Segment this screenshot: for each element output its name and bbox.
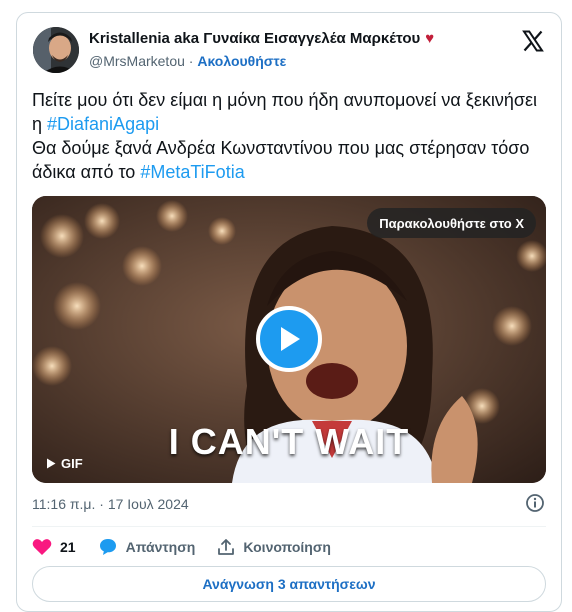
share-button[interactable]: Κοινοποίηση	[217, 538, 331, 556]
reply-label: Απάντηση	[125, 539, 196, 555]
heart-emoji: ♥	[425, 30, 435, 47]
action-bar: 21 Απάντηση Κοινοποίηση	[32, 535, 353, 559]
tweet-timestamp[interactable]: 11:16 π.μ. · 17 Ιουλ 2024	[32, 496, 189, 512]
author-handle-row: @MrsMarketou · Ακολουθήστε	[89, 53, 286, 69]
play-icon	[281, 327, 300, 351]
separator-dot: ·	[188, 53, 194, 69]
play-button[interactable]	[256, 306, 322, 372]
author-display-name[interactable]: Kristallenia aka Γυναίκα Εισαγγελέα Μαρκ…	[89, 30, 420, 47]
watch-on-x-button[interactable]: Παρακολουθήστε στο X	[367, 208, 536, 238]
share-label: Κοινοποίηση	[243, 539, 331, 555]
follow-button[interactable]: Ακολουθήστε	[197, 53, 286, 69]
reply-bubble-icon	[99, 539, 116, 555]
gif-caption: I CAN'T WAIT	[168, 421, 410, 462]
like-button[interactable]: 21	[32, 538, 76, 556]
info-icon[interactable]	[525, 493, 545, 513]
author-name-row[interactable]: Kristallenia aka Γυναίκα Εισαγγελέα Μαρκ…	[89, 30, 434, 47]
heart-icon	[32, 539, 52, 555]
hashtag-metatifotia[interactable]: #MetaTiFotia	[140, 162, 244, 182]
small-play-icon	[47, 458, 56, 469]
x-logo-icon[interactable]	[521, 29, 545, 53]
share-icon	[218, 539, 235, 555]
author-handle[interactable]: @MrsMarketou	[89, 53, 185, 69]
tweet-card: Kristallenia aka Γυναίκα Εισαγγελέα Μαρκ…	[16, 12, 562, 612]
gif-badge[interactable]: GIF	[46, 456, 83, 471]
gif-label: GIF	[61, 456, 83, 471]
divider	[32, 526, 546, 527]
avatar[interactable]	[33, 27, 79, 73]
tweet-text-line2: Θα δούμε ξανά Ανδρέα Κωνσταντίνου που μα…	[32, 138, 530, 182]
gif-media[interactable]: Παρακολουθήστε στο X I CAN'T WAIT GIF	[32, 196, 546, 483]
like-count: 21	[60, 539, 76, 555]
read-replies-button[interactable]: Ανάγνωση 3 απαντήσεων	[32, 566, 546, 602]
reply-button[interactable]: Απάντηση	[98, 537, 196, 557]
hashtag-diafaniagapi[interactable]: #DiafaniAgapi	[47, 114, 159, 134]
tweet-text: Πείτε μου ότι δεν είμαι η μόνη που ήδη α…	[32, 88, 547, 184]
